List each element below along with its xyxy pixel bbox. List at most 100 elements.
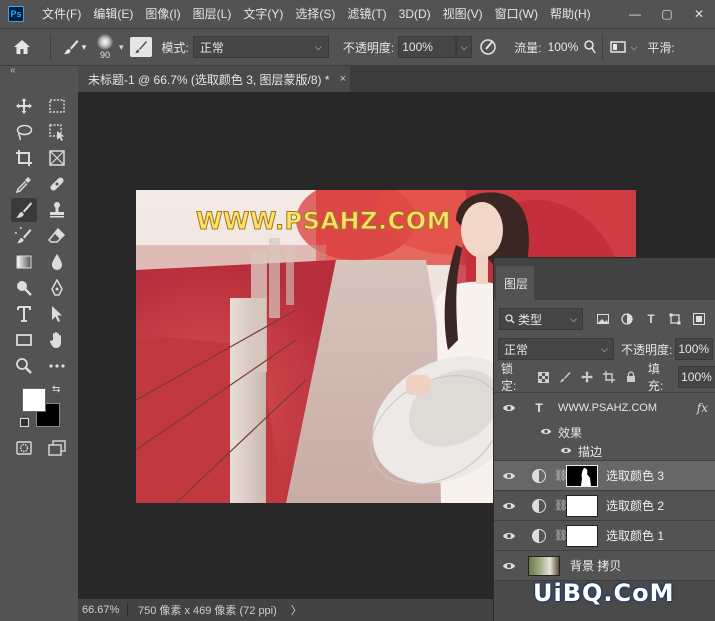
- blur-tool-icon[interactable]: [44, 250, 70, 274]
- menu-type[interactable]: 文字(Y): [237, 0, 289, 28]
- lock-artboard-icon[interactable]: [598, 371, 620, 383]
- type-filter-icon[interactable]: T: [639, 312, 663, 326]
- lock-pixels-icon[interactable]: [554, 371, 576, 383]
- foreground-color-swatch[interactable]: [22, 388, 46, 412]
- mask-link-icon[interactable]: ⛓: [554, 499, 568, 512]
- hand-tool-icon[interactable]: [44, 328, 70, 352]
- gradient-tool-icon[interactable]: [11, 250, 37, 274]
- lock-transparency-icon[interactable]: [532, 371, 554, 383]
- minimize-button[interactable]: —: [619, 0, 651, 28]
- layer-effects-fx-icon[interactable]: fx: [697, 401, 708, 415]
- opacity-dropdown[interactable]: ⌵: [456, 36, 473, 58]
- chevron-down-icon[interactable]: ▾: [119, 42, 124, 53]
- chevron-down-icon: ⌵: [315, 41, 322, 52]
- document-tab[interactable]: 未标题-1 @ 66.7% (选取颜色 3, 图层蒙版/8) * ×: [78, 66, 350, 92]
- object-selection-tool-icon[interactable]: [44, 120, 70, 144]
- swap-colors-icon[interactable]: ⇆: [52, 384, 60, 395]
- rectangle-tool-icon[interactable]: [11, 328, 37, 352]
- menu-view[interactable]: 视图(V): [437, 0, 489, 28]
- visibility-eye-icon[interactable]: [494, 403, 524, 413]
- layer-row-background-copy[interactable]: 背景 拷贝: [494, 550, 715, 580]
- layer-row-text[interactable]: T WWW.PSAHZ.COM fx: [494, 392, 715, 422]
- path-selection-tool-icon[interactable]: [44, 302, 70, 326]
- brush-size-picker[interactable]: 90: [91, 34, 119, 60]
- more-tools-icon[interactable]: [44, 354, 70, 378]
- visibility-eye-icon[interactable]: [494, 531, 524, 541]
- menu-image[interactable]: 图像(I): [139, 0, 186, 28]
- visibility-eye-icon[interactable]: [494, 471, 524, 481]
- frame-tool-icon[interactable]: [44, 146, 70, 170]
- default-colors-icon[interactable]: [20, 418, 29, 427]
- dodge-tool-icon[interactable]: [11, 276, 37, 300]
- crop-tool-icon[interactable]: [11, 146, 37, 170]
- menu-edit[interactable]: 编辑(E): [87, 0, 139, 28]
- close-window-button[interactable]: ✕: [683, 0, 715, 28]
- zoom-level[interactable]: 66.67%: [78, 604, 128, 616]
- menu-window[interactable]: 窗口(W): [489, 0, 544, 28]
- flow-input[interactable]: 100%: [545, 36, 580, 58]
- airbrush-icon[interactable]: [609, 40, 627, 54]
- layer-mask-thumbnail[interactable]: [566, 464, 598, 487]
- opacity-input[interactable]: 100%: [398, 36, 457, 58]
- layer-row-selective-color-1[interactable]: ⛓ 选取颜色 1: [494, 520, 715, 550]
- layer-row-selective-color-3[interactable]: ⛓ 选取颜色 3: [494, 460, 715, 490]
- menu-file[interactable]: 文件(F): [36, 0, 87, 28]
- brush-settings-panel-icon[interactable]: [129, 37, 152, 57]
- chevron-down-icon[interactable]: ⌵: [631, 42, 638, 53]
- tools-panel: « ⇆: [0, 65, 78, 621]
- brush-tool-icon[interactable]: [11, 198, 37, 222]
- status-menu-arrow-icon[interactable]: 〉: [291, 602, 302, 618]
- healing-brush-tool-icon[interactable]: [44, 172, 70, 196]
- visibility-eye-icon[interactable]: [494, 561, 524, 571]
- menu-filter[interactable]: 滤镜(T): [341, 0, 392, 28]
- blend-mode-select[interactable]: 正常 ⌵: [498, 338, 614, 360]
- marquee-tool-icon[interactable]: [44, 94, 70, 118]
- visibility-eye-icon[interactable]: [494, 501, 524, 511]
- move-tool-icon[interactable]: [11, 94, 37, 118]
- layer-mask-thumbnail[interactable]: [566, 524, 598, 547]
- stroke-effect-row[interactable]: 描边: [494, 441, 715, 461]
- eraser-tool-icon[interactable]: [44, 224, 70, 248]
- clone-stamp-tool-icon[interactable]: [44, 198, 70, 222]
- mask-link-icon[interactable]: ⛓: [554, 469, 568, 482]
- layers-tab[interactable]: 图层: [496, 266, 534, 300]
- fill-input[interactable]: 100%: [678, 366, 715, 388]
- image-filter-icon[interactable]: [591, 314, 615, 324]
- screen-mode-icon[interactable]: [44, 436, 70, 460]
- brush-preset-icon[interactable]: ▾: [57, 38, 91, 56]
- layer-row-selective-color-2[interactable]: ⛓ 选取颜色 2: [494, 490, 715, 520]
- menu-3d[interactable]: 3D(D): [393, 0, 437, 28]
- effects-row[interactable]: 效果: [494, 422, 715, 442]
- layer-name: 选取颜色 3: [606, 469, 665, 483]
- pen-tool-icon[interactable]: [44, 276, 70, 300]
- collapse-panel-button[interactable]: «: [10, 65, 16, 76]
- layer-opacity-input[interactable]: 100%: [675, 338, 714, 360]
- pressure-opacity-icon[interactable]: [472, 38, 504, 56]
- flow-scrubby-icon[interactable]: [583, 40, 596, 54]
- lock-all-icon[interactable]: [620, 371, 642, 383]
- mode-select[interactable]: 正常 ⌵: [192, 36, 329, 58]
- menu-select[interactable]: 选择(S): [289, 0, 341, 28]
- smart-object-filter-icon[interactable]: [687, 313, 711, 325]
- layer-image-thumbnail[interactable]: [528, 555, 560, 576]
- close-tab-icon[interactable]: ×: [340, 73, 346, 85]
- lock-position-icon[interactable]: [576, 371, 598, 383]
- lasso-tool-icon[interactable]: [11, 120, 37, 144]
- zoom-tool-icon[interactable]: [11, 354, 37, 378]
- type-tool-icon[interactable]: [11, 302, 37, 326]
- adjustment-filter-icon[interactable]: [615, 313, 639, 325]
- stroke-visibility-eye-icon[interactable]: [560, 444, 576, 458]
- eyedropper-tool-icon[interactable]: [11, 172, 37, 196]
- menu-layer[interactable]: 图层(L): [187, 0, 238, 28]
- menu-help[interactable]: 帮助(H): [544, 0, 597, 28]
- filter-kind-select[interactable]: 类型 ⌵: [499, 308, 583, 330]
- history-brush-tool-icon[interactable]: [11, 224, 37, 248]
- shape-filter-icon[interactable]: [663, 313, 687, 325]
- maximize-button[interactable]: ▢: [651, 0, 683, 28]
- mask-link-icon[interactable]: ⛓: [554, 529, 568, 542]
- quick-mask-icon[interactable]: [11, 436, 37, 460]
- effects-visibility-eye-icon[interactable]: [540, 425, 556, 439]
- layer-mask-thumbnail[interactable]: [566, 494, 598, 517]
- stroke-label: 描边: [578, 444, 603, 459]
- home-icon[interactable]: [0, 39, 44, 55]
